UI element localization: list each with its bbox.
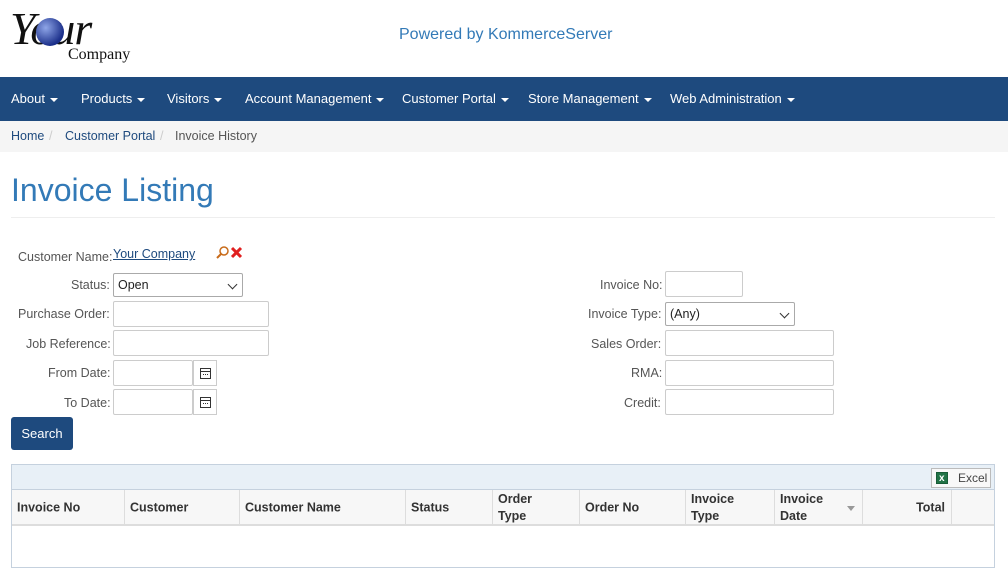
breadcrumb-separator: / bbox=[49, 129, 53, 143]
caret-down-icon bbox=[376, 97, 385, 102]
excel-icon bbox=[936, 470, 948, 488]
nav-store-management[interactable]: Store Management bbox=[528, 77, 652, 121]
nav-label: Store Management bbox=[528, 91, 639, 106]
excel-label: Excel bbox=[958, 471, 988, 485]
invoice-no-label: Invoice No: bbox=[600, 278, 663, 292]
column-header-invoice-type[interactable]: Invoice Type bbox=[686, 490, 775, 526]
column-header-customer-name[interactable]: Customer Name bbox=[240, 490, 406, 526]
breadcrumb-customer-portal[interactable]: Customer Portal bbox=[65, 121, 155, 152]
job-reference-input[interactable] bbox=[113, 330, 269, 356]
status-label: Status: bbox=[71, 278, 110, 292]
search-button[interactable]: Search bbox=[11, 417, 73, 450]
calendar-icon bbox=[200, 397, 211, 408]
nav-account-management[interactable]: Account Management bbox=[245, 77, 385, 121]
invoice-no-input[interactable] bbox=[665, 271, 743, 297]
page-title: Invoice Listing bbox=[11, 172, 214, 208]
nav-customer-portal[interactable]: Customer Portal bbox=[402, 77, 509, 121]
credit-input[interactable] bbox=[665, 389, 834, 415]
nav-label: Visitors bbox=[167, 91, 210, 106]
nav-products[interactable]: Products bbox=[81, 77, 146, 121]
site-header: Your Company Powered by KommerceServer bbox=[0, 0, 1008, 77]
breadcrumb-home[interactable]: Home bbox=[11, 121, 44, 152]
customer-name-label: Customer Name: bbox=[18, 250, 113, 264]
nav-label: About bbox=[11, 91, 45, 106]
nav-label: Account Management bbox=[245, 91, 372, 106]
nav-label: Customer Portal bbox=[402, 91, 496, 106]
caret-down-icon bbox=[214, 97, 223, 102]
grid-toolbar: Excel bbox=[12, 465, 994, 490]
main-navbar: About Products Visitors Account Manageme… bbox=[0, 77, 1008, 121]
breadcrumb: Home / Customer Portal / Invoice History bbox=[0, 121, 1008, 152]
caret-down-icon bbox=[500, 97, 509, 102]
column-header-actions bbox=[952, 490, 994, 526]
invoice-grid: Excel Invoice No Customer Customer Name … bbox=[11, 464, 995, 568]
sort-descending-icon bbox=[847, 506, 855, 511]
column-header-status[interactable]: Status bbox=[406, 490, 493, 526]
from-date-picker[interactable] bbox=[193, 360, 217, 386]
credit-label: Credit: bbox=[624, 396, 661, 410]
nav-web-administration[interactable]: Web Administration bbox=[670, 77, 795, 121]
to-date-input[interactable] bbox=[113, 389, 193, 415]
divider bbox=[11, 217, 995, 218]
calendar-icon bbox=[200, 368, 211, 379]
nav-label: Web Administration bbox=[670, 91, 782, 106]
invoice-type-label: Invoice Type: bbox=[588, 307, 662, 321]
invoice-type-value: (Any) bbox=[670, 307, 700, 321]
powered-by-text: Powered by KommerceServer bbox=[399, 26, 613, 43]
from-date-label: From Date: bbox=[48, 366, 111, 380]
logo-subtitle: Company bbox=[68, 46, 131, 63]
column-header-invoice-date[interactable]: Invoice Date bbox=[775, 490, 863, 526]
sales-order-label: Sales Order: bbox=[591, 337, 662, 351]
chevron-down-icon bbox=[779, 308, 790, 319]
nav-visitors[interactable]: Visitors bbox=[167, 77, 223, 121]
column-header-total[interactable]: Total bbox=[863, 490, 952, 526]
chevron-down-icon bbox=[227, 279, 238, 290]
to-date-picker[interactable] bbox=[193, 389, 217, 415]
purchase-order-input[interactable] bbox=[113, 301, 269, 327]
breadcrumb-separator: / bbox=[160, 129, 164, 143]
column-header-order-no[interactable]: Order No bbox=[580, 490, 686, 526]
invoice-type-select[interactable]: (Any) bbox=[665, 302, 795, 326]
company-logo[interactable]: Your Company bbox=[10, 3, 150, 66]
export-excel-button[interactable]: Excel bbox=[931, 468, 991, 488]
grid-header: Invoice No Customer Customer Name Status… bbox=[12, 490, 994, 526]
rma-input[interactable] bbox=[665, 360, 834, 386]
caret-down-icon bbox=[786, 97, 795, 102]
caret-down-icon bbox=[49, 97, 58, 102]
job-reference-label: Job Reference: bbox=[26, 337, 111, 351]
purchase-order-label: Purchase Order: bbox=[18, 307, 110, 321]
caret-down-icon bbox=[643, 97, 652, 102]
column-header-invoice-no[interactable]: Invoice No bbox=[12, 490, 125, 526]
breadcrumb-current: Invoice History bbox=[175, 129, 257, 143]
nav-about[interactable]: About bbox=[11, 77, 58, 121]
sales-order-input[interactable] bbox=[665, 330, 834, 356]
to-date-label: To Date: bbox=[64, 396, 111, 410]
status-select[interactable]: Open bbox=[113, 273, 243, 297]
nav-label: Products bbox=[81, 91, 133, 106]
rma-label: RMA: bbox=[631, 366, 663, 380]
caret-down-icon bbox=[137, 97, 146, 102]
status-value: Open bbox=[118, 278, 149, 292]
from-date-input[interactable] bbox=[113, 360, 193, 386]
clear-customer-icon[interactable] bbox=[230, 246, 243, 259]
customer-name-link[interactable]: Your Company bbox=[113, 247, 195, 261]
column-header-customer[interactable]: Customer bbox=[125, 490, 240, 526]
column-header-order-type[interactable]: Order Type bbox=[493, 490, 580, 526]
globe-icon bbox=[36, 18, 64, 46]
